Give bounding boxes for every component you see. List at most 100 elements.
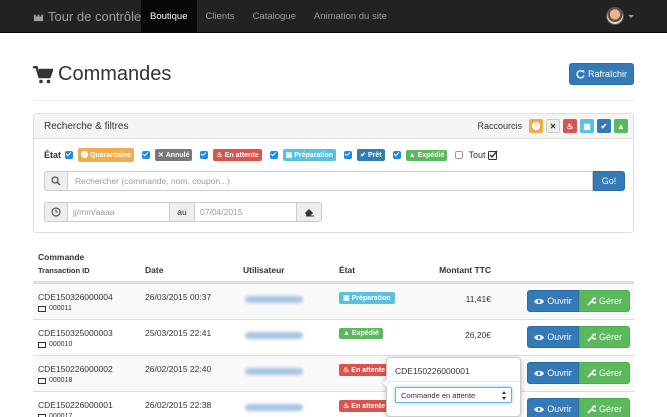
- order-number: CDE150226000002: [38, 364, 113, 374]
- date-addon: [44, 202, 68, 222]
- exclamation-icon: ⓿: [81, 152, 89, 159]
- order-date: 26/02/2015 22:38: [145, 400, 212, 410]
- status-badge: ♨ En attente: [339, 364, 390, 376]
- order-state-select-value: Commande en attente: [401, 390, 476, 400]
- column-state: État: [339, 265, 356, 275]
- check-square-icon[interactable]: [488, 150, 498, 160]
- main-nav: Boutique Clients Catalogue Animation du …: [141, 0, 396, 33]
- order-amount: 26,20€: [465, 330, 491, 340]
- order-number: CDE150326000004: [38, 292, 113, 302]
- inbox-icon: ▣: [583, 121, 591, 131]
- state-badge-cancelled: ✕ Annulé: [154, 149, 193, 161]
- shortcut-quarantine-button[interactable]: !: [529, 119, 543, 133]
- page-title-text: Commandes: [58, 63, 172, 85]
- road-icon: ▲: [408, 151, 416, 159]
- user-name-redacted: [245, 404, 303, 411]
- table-row: CDE150325000003 000010 25/03/2015 22:41 …: [33, 319, 634, 355]
- shortcuts-label: Raccourcis: [477, 121, 522, 131]
- shortcut-preparing-button[interactable]: ▣: [580, 119, 594, 133]
- state-filter-row: État ⓿ Quarantaine ✕ Annulé ♨ En attente ▣ P…: [44, 148, 498, 162]
- shortcut-shipped-button[interactable]: ▲: [614, 119, 628, 133]
- filter-panel-title: Recherche & filtres: [44, 121, 129, 132]
- nav-item-animation[interactable]: Animation du site: [305, 0, 396, 33]
- filter-panel-header: Recherche & filtres Raccourcis ! ✕ ♨ ▣ ✔…: [34, 114, 633, 139]
- date-to-input[interactable]: 07/04/2015: [195, 202, 297, 222]
- checkbox-preparing[interactable]: [269, 151, 278, 159]
- popover-divider: [387, 381, 520, 382]
- table-row: CDE150226000002 000018 26/02/2015 22:40 …: [33, 355, 634, 391]
- status-badge: ▲ Expédié: [339, 328, 383, 339]
- checkbox-shipped[interactable]: [392, 151, 401, 159]
- table-row: CDE150226000001 000017 26/02/2015 22:38 …: [33, 391, 634, 417]
- user-name-redacted: [245, 296, 303, 303]
- page-title: Commandes: [33, 63, 171, 86]
- shortcut-cancelled-button[interactable]: ✕: [546, 119, 560, 133]
- state-badge-shipped: ▲ Expédié: [405, 149, 448, 161]
- open-order-button[interactable]: Ouvrir: [527, 398, 579, 417]
- shortcut-pending-button[interactable]: ♨: [563, 119, 577, 133]
- shortcuts: Raccourcis ! ✕ ♨ ▣ ✔ ▲: [477, 119, 628, 133]
- manage-order-button[interactable]: Gérer: [579, 362, 630, 384]
- shortcut-ready-button[interactable]: ✔: [597, 119, 611, 133]
- nav-item-catalogue[interactable]: Catalogue: [244, 0, 305, 33]
- refresh-button[interactable]: Rafraîchir: [568, 63, 634, 85]
- brand[interactable]: Tour de contrôle: [33, 0, 141, 33]
- checkbox-ready[interactable]: [344, 151, 353, 159]
- search-input[interactable]: Rechercher (commande, nom, coupon...): [68, 171, 593, 191]
- table-row: CDE150326000004 000011 26/03/2015 00:37 …: [33, 283, 634, 319]
- checkbox-pending[interactable]: [200, 151, 209, 159]
- search-group: Rechercher (commande, nom, coupon...) Go…: [44, 171, 625, 191]
- money-icon: [38, 341, 46, 348]
- nav-item-clients[interactable]: Clients: [197, 0, 244, 33]
- checkbox-quarantine[interactable]: [65, 151, 74, 159]
- column-user: Utilisateur: [243, 265, 285, 275]
- search-button[interactable]: Go!: [593, 171, 625, 191]
- eraser-icon: [304, 209, 314, 217]
- checkbox-all[interactable]: [455, 151, 464, 159]
- transaction-id: 000010: [38, 341, 72, 348]
- order-state-select[interactable]: Commande en attente: [395, 387, 512, 403]
- select-arrows-icon: [500, 391, 508, 400]
- date-from-input[interactable]: jj/mm/aaaa: [68, 202, 170, 222]
- state-badge-preparing: ▣ Préparation: [282, 149, 337, 161]
- fire-icon: ♨: [343, 367, 350, 374]
- road-icon: ▲: [617, 121, 625, 131]
- date-between-label: au: [170, 202, 195, 222]
- clear-dates-button[interactable]: [297, 202, 322, 222]
- eye-icon: [534, 298, 545, 304]
- column-amount: Montant TTC: [439, 265, 491, 275]
- open-order-button[interactable]: Ouvrir: [527, 362, 579, 384]
- open-order-button[interactable]: Ouvrir: [527, 326, 579, 348]
- nav-item-boutique[interactable]: Boutique: [141, 0, 197, 33]
- fire-icon: ♨: [566, 121, 574, 131]
- check-icon: ✔: [360, 152, 367, 159]
- checkbox-cancelled[interactable]: [141, 151, 150, 159]
- user-menu[interactable]: [606, 7, 634, 25]
- date-range-group: jj/mm/aaaa au 07/04/2015: [44, 202, 322, 222]
- refresh-icon: [576, 69, 585, 79]
- open-order-button[interactable]: Ouvrir: [527, 290, 579, 312]
- order-date: 25/03/2015 22:41: [145, 328, 212, 338]
- manage-order-button[interactable]: Gérer: [579, 398, 630, 417]
- status-badge: ▣ Préparation: [339, 292, 395, 304]
- transaction-id: 000017: [38, 413, 72, 417]
- times-icon: ✕: [157, 152, 164, 159]
- fire-icon: ♨: [343, 403, 350, 410]
- user-name-redacted: [245, 368, 303, 375]
- order-date: 26/02/2015 22:40: [145, 364, 212, 374]
- order-state-popover: CDE150226000001 Commande en attente: [381, 357, 521, 417]
- manage-order-button[interactable]: Gérer: [579, 290, 630, 312]
- popover-arrow: [381, 378, 387, 388]
- credit-card-icon: [38, 377, 46, 384]
- state-badge-quarantine: ⓿ Quarantaine: [78, 148, 134, 162]
- transaction-id: 000011: [38, 305, 72, 312]
- exclamation-icon: !: [532, 122, 540, 130]
- inbox-icon: ▣: [343, 295, 350, 302]
- state-label: État: [44, 150, 62, 160]
- clock-icon: [51, 207, 61, 217]
- wrench-icon: [587, 405, 596, 414]
- page-header: Commandes Rafraîchir: [33, 63, 634, 101]
- castle-icon: [33, 14, 44, 22]
- eye-icon: [534, 334, 545, 340]
- manage-order-button[interactable]: Gérer: [579, 326, 630, 348]
